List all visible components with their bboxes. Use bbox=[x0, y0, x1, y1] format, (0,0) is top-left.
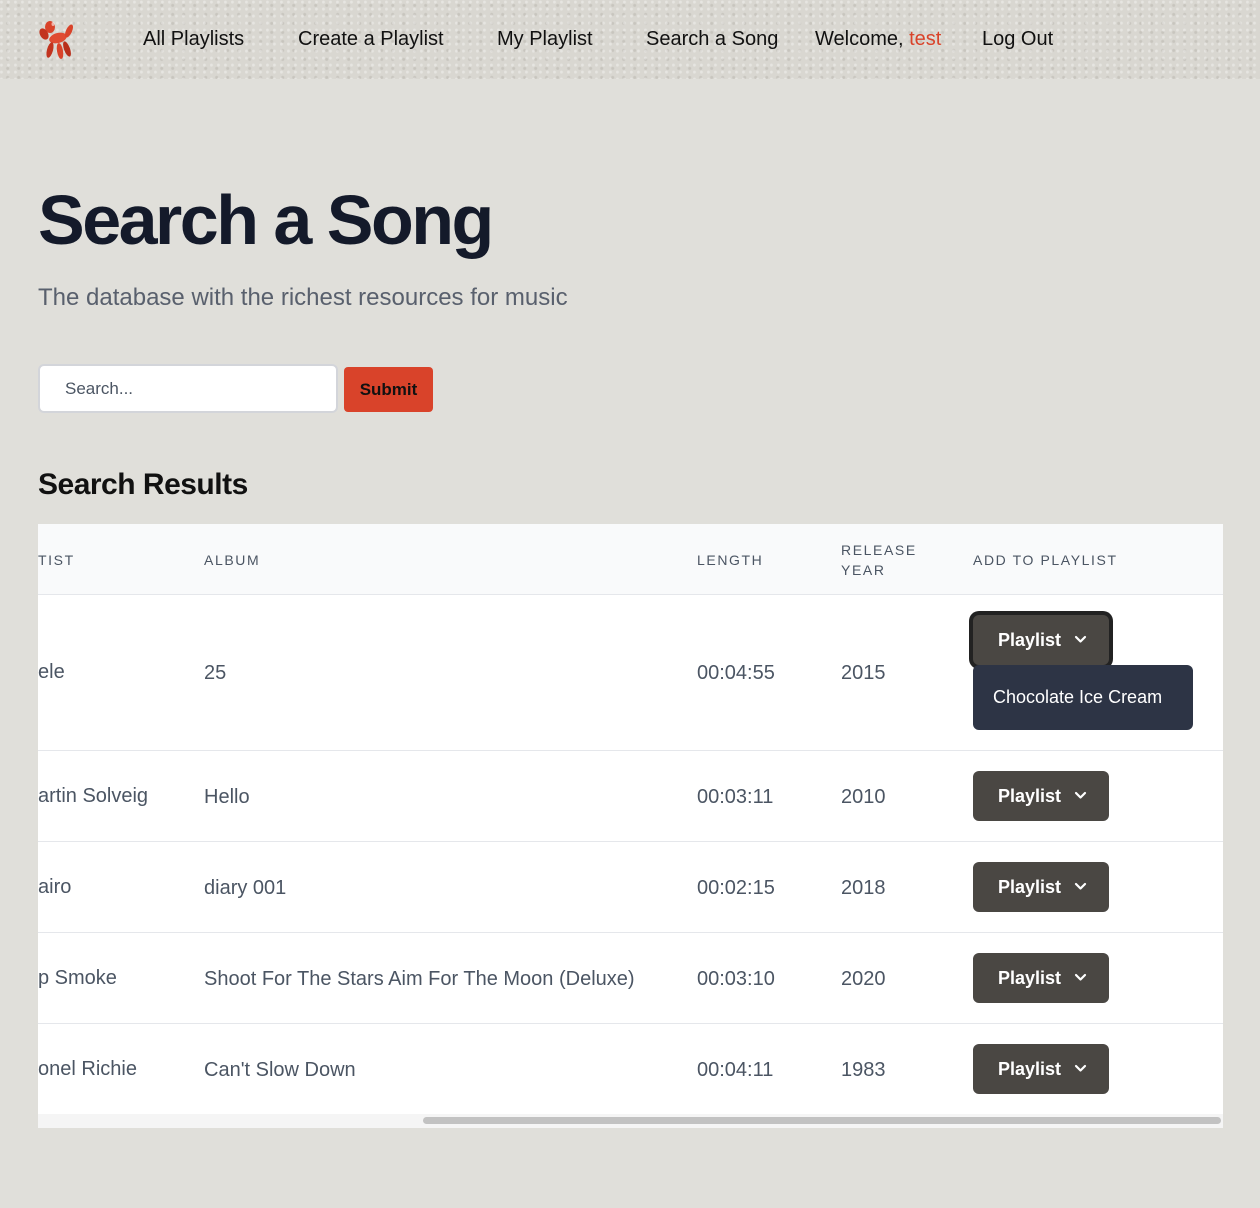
album-cell: 25 bbox=[204, 662, 227, 684]
chevron-down-icon bbox=[1074, 635, 1087, 643]
playlist-dropdown-button[interactable]: Playlist bbox=[973, 1044, 1109, 1094]
year-cell: 2010 bbox=[841, 786, 886, 808]
year-cell: 2020 bbox=[841, 968, 886, 990]
nav-create-playlist[interactable]: Create a Playlist bbox=[298, 26, 444, 52]
table-row: onel Richie Can't Slow Down 00:04:11 198… bbox=[38, 1024, 1223, 1115]
album-cell: Can't Slow Down bbox=[204, 1059, 356, 1081]
year-cell: 2015 bbox=[841, 662, 886, 684]
column-header-length: LENGTH bbox=[697, 552, 764, 568]
chevron-down-icon bbox=[1074, 1064, 1087, 1072]
results-table: TIST ALBUM LENGTH RELEASE YEAR ADD TO PL… bbox=[38, 524, 1223, 1128]
welcome-message: Welcome, test bbox=[815, 26, 941, 52]
length-cell: 00:03:10 bbox=[697, 968, 775, 990]
artist-cell: airo bbox=[38, 876, 72, 898]
nav-all-playlists[interactable]: All Playlists bbox=[143, 26, 244, 52]
playlist-button-label: Playlist bbox=[998, 785, 1062, 806]
playlist-dropdown-button[interactable]: Playlist bbox=[973, 953, 1109, 1003]
top-navbar: All Playlists Create a Playlist My Playl… bbox=[0, 0, 1260, 79]
nav-my-playlist[interactable]: My Playlist bbox=[497, 26, 593, 52]
welcome-username: test bbox=[909, 28, 942, 50]
artist-cell: ele bbox=[38, 661, 65, 683]
playlist-dropdown-button[interactable]: Playlist bbox=[973, 615, 1109, 665]
table-row: airo diary 001 00:02:15 2018 Playlist bbox=[38, 842, 1223, 933]
length-cell: 00:02:15 bbox=[697, 877, 775, 899]
artist-cell: onel Richie bbox=[38, 1058, 137, 1080]
album-cell: Shoot For The Stars Aim For The Moon (De… bbox=[204, 968, 635, 990]
playlist-button-label: Playlist bbox=[998, 1058, 1062, 1079]
year-cell: 2018 bbox=[841, 877, 886, 899]
horizontal-scrollbar[interactable] bbox=[38, 1114, 1223, 1128]
table-header: TIST ALBUM LENGTH RELEASE YEAR ADD TO PL… bbox=[38, 524, 1223, 595]
search-input[interactable] bbox=[38, 364, 338, 413]
search-results-heading: Search Results bbox=[38, 468, 248, 501]
table-row: ele 25 00:04:55 2015 Playlist Chocolate … bbox=[38, 595, 1223, 751]
playlist-button-label: Playlist bbox=[998, 876, 1062, 897]
column-header-add-to-playlist: ADD TO PLAYLIST bbox=[973, 552, 1118, 568]
column-header-album: ALBUM bbox=[204, 552, 261, 568]
balloon-dog-logo[interactable] bbox=[38, 18, 76, 60]
nav-log-out[interactable]: Log Out bbox=[982, 26, 1053, 52]
column-header-release: RELEASE bbox=[841, 542, 917, 558]
length-cell: 00:03:11 bbox=[697, 786, 774, 808]
chevron-down-icon bbox=[1074, 882, 1087, 890]
table-row: artin Solveig Hello 00:03:11 2010 Playli… bbox=[38, 751, 1223, 842]
welcome-prefix: Welcome, bbox=[815, 28, 904, 50]
playlist-button-label: Playlist bbox=[998, 967, 1062, 988]
page-title: Search a Song bbox=[38, 181, 494, 259]
nav-search-song[interactable]: Search a Song bbox=[646, 26, 778, 52]
chevron-down-icon bbox=[1074, 973, 1087, 981]
column-header-artist: TIST bbox=[38, 552, 75, 568]
playlist-button-label: Playlist bbox=[998, 629, 1062, 650]
length-cell: 00:04:11 bbox=[697, 1059, 774, 1081]
artist-cell: artin Solveig bbox=[38, 785, 149, 807]
scrollbar-thumb[interactable] bbox=[423, 1117, 1221, 1124]
playlist-dropdown-button[interactable]: Playlist bbox=[973, 771, 1109, 821]
submit-button[interactable]: Submit bbox=[344, 367, 433, 412]
chevron-down-icon bbox=[1074, 791, 1087, 799]
dropdown-item-chocolate-ice-cream[interactable]: Chocolate Ice Cream bbox=[993, 685, 1162, 709]
artist-cell: p Smoke bbox=[38, 967, 117, 989]
playlist-dropdown-menu: Chocolate Ice Cream bbox=[973, 665, 1193, 730]
playlist-dropdown-button[interactable]: Playlist bbox=[973, 862, 1109, 912]
length-cell: 00:04:55 bbox=[697, 662, 775, 684]
page-subtitle: The database with the richest resources … bbox=[38, 284, 568, 311]
table-row: p Smoke Shoot For The Stars Aim For The … bbox=[38, 933, 1223, 1024]
album-cell: diary 001 bbox=[204, 877, 287, 899]
column-header-year: YEAR bbox=[841, 562, 886, 578]
year-cell: 1983 bbox=[841, 1059, 886, 1081]
album-cell: Hello bbox=[204, 786, 250, 808]
